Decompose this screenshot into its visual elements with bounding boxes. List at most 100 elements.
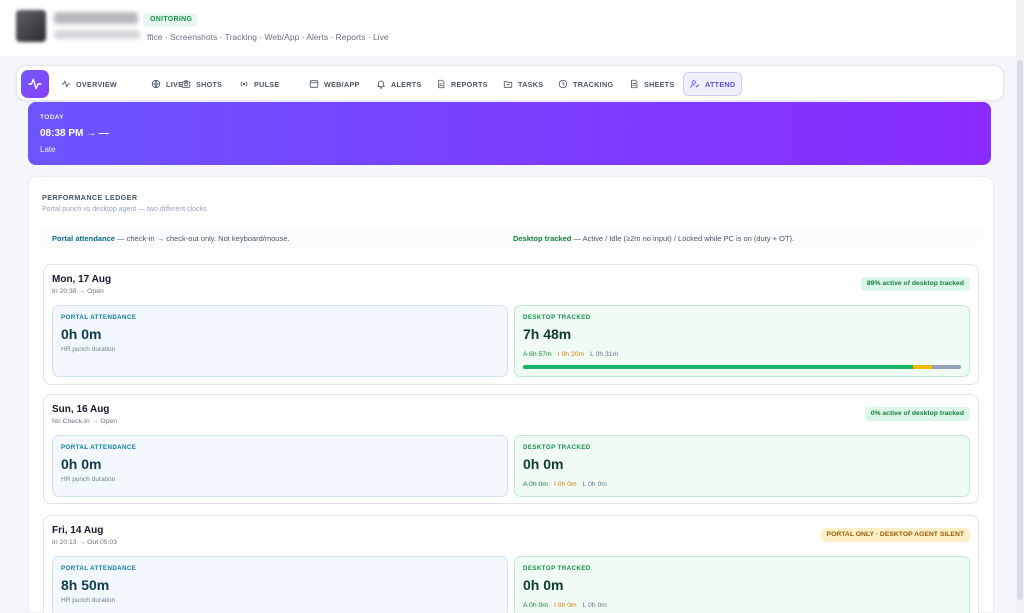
active-time: A 6h 57m [523,351,552,358]
portal-attendance-card: PORTAL ATTENDANCE 8h 50m HR punch durati… [52,556,508,613]
activity-bar [523,365,961,369]
idle-time: I 0h 0m [553,481,577,488]
desktop-breakdown: A 6h 57m I 0h 20m L 0h 31m [523,351,618,358]
active-time: A 0h 0m [523,481,548,488]
ledger-legend: Portal attendance — check-in → check-out… [39,227,984,249]
legend-portal-key: Portal attendance [52,234,115,243]
portal-attendance-card: PORTAL ATTENDANCE 0h 0m HR punch duratio… [52,305,508,377]
today-banner: TODAY 08:38 PM → — Late [28,102,991,165]
desktop-tracked-card: DESKTOP TRACKED 0h 0m A 0h 0m I 0h 0m L 0h… [514,556,970,613]
tab-label: SHOTS [196,79,223,89]
portal-value: 0h 0m [61,326,102,342]
legend-portal: Portal attendance — check-in → check-out… [52,234,289,243]
breadcrumb: ffice · Screenshots · Tracking · Web/App… [147,32,389,42]
locked-time: L 0h 31m [590,351,619,358]
window-icon [309,80,319,88]
activity-logo-icon [28,78,42,90]
activity-bar-active [523,365,913,369]
tab-tracking[interactable]: TRACKING [552,73,619,95]
scrollbar[interactable] [1016,0,1024,613]
tab-sheets[interactable]: SHEETS [623,73,681,95]
today-status: Late [40,145,56,154]
today-label: TODAY [40,114,65,121]
desktop-label: DESKTOP TRACKED [523,314,591,321]
user-subtitle-redacted [54,30,140,39]
avatar[interactable] [16,10,46,42]
tab-overview[interactable]: OVERVIEW [55,73,123,95]
today-time: 08:38 PM → — [40,128,109,139]
locked-time: L 0h 0m [582,602,607,609]
activity-icon [61,80,71,88]
desktop-value: 7h 48m [523,326,572,342]
desktop-value: 0h 0m [523,577,564,593]
legend-desktop: Desktop tracked — Active / Idle (≥2m no … [513,234,794,243]
tab-web-app[interactable]: WEB/APP [303,73,366,95]
locked-time: L 0h 0m [582,481,607,488]
status-badge: 89% active of desktop tracked [860,277,970,291]
portal-value: 0h 0m [61,456,102,472]
day-row: Mon, 17 Aug In 20:38 → Open 89% active o… [43,264,979,385]
tab-alerts[interactable]: ALERTS [370,73,428,95]
performance-ledger: PERFORMANCE LEDGER Portal punch vs deskt… [28,176,994,613]
folder-icon [503,81,513,88]
desktop-value: 0h 0m [523,456,564,472]
tab-tasks[interactable]: TASKS [497,73,549,95]
tab-label: REPORTS [451,79,488,89]
portal-label: PORTAL ATTENDANCE [61,565,137,572]
portal-note: HR punch duration [61,476,116,483]
activity-bar-locked [931,365,961,369]
tab-label: OVERVIEW [76,79,118,89]
legend-desktop-text: — Active / Idle (≥2m no input) / Locked … [571,234,795,243]
tab-reports[interactable]: REPORTS [430,73,494,95]
day-punch: No Check-In → Open [52,418,117,425]
bell-icon [377,80,385,89]
day-punch: In 20:38 → Open [52,288,104,295]
tab-label: TASKS [518,79,544,89]
desktop-tracked-card: DESKTOP TRACKED 7h 48m A 6h 57m I 0h 20m L… [514,305,970,377]
ledger-subtitle: Portal punch vs desktop agent — two diff… [42,206,207,213]
day-row: Fri, 14 Aug In 20:13 → Out 05:03 PORTAL … [43,515,979,613]
desktop-tracked-card: DESKTOP TRACKED 0h 0m A 0h 0m I 0h 0m L 0h… [514,435,970,497]
user-name-redacted [54,12,138,24]
day-title: Fri, 14 Aug [52,525,104,536]
portal-note: HR punch duration [61,597,116,604]
monitoring-badge: ONITORING [143,13,198,27]
clock-icon [558,79,568,89]
day-title: Mon, 17 Aug [52,274,112,285]
day-punch: In 20:13 → Out 05:03 [52,539,117,546]
idle-time: I 0h 0m [553,602,577,609]
top-header: ONITORING ffice · Screenshots · Tracking… [0,0,1024,56]
portal-attendance-card: PORTAL ATTENDANCE 0h 0m HR punch duratio… [52,435,508,497]
tab-pulse[interactable]: PULSE [233,73,285,95]
ledger-title: PERFORMANCE LEDGER [42,193,138,202]
tab-label: ATTEND [705,79,736,89]
status-badge: 0% active of desktop tracked [864,407,970,421]
tab-label: PULSE [254,79,280,89]
legend-desktop-key: Desktop tracked [513,234,572,243]
portal-label: PORTAL ATTENDANCE [61,314,137,321]
desktop-breakdown: A 0h 0m I 0h 0m L 0h 0m [523,602,607,609]
tab-label: ALERTS [391,79,422,89]
tab-attend[interactable]: ATTEND [683,72,743,96]
app-logo[interactable] [21,70,49,98]
tab-shots[interactable]: SHOTS [175,73,228,95]
desktop-breakdown: A 0h 0m I 0h 0m L 0h 0m [523,481,607,488]
active-time: A 0h 0m [523,602,548,609]
status-badge: PORTAL ONLY · DESKTOP AGENT SILENT [820,528,970,542]
tab-bar: OVERVIEW LIVE SHOTS PULSE WEB/APP ALERTS REPOR… [16,65,1004,101]
day-row: Sun, 16 Aug No Check-In → Open 0% active… [43,394,979,504]
desktop-label: DESKTOP TRACKED [523,565,591,572]
tab-label: SHEETS [644,79,675,89]
scrollbar-thumb[interactable] [1017,60,1023,600]
day-title: Sun, 16 Aug [52,404,110,415]
tab-label: WEB/APP [324,79,360,89]
portal-label: PORTAL ATTENDANCE [61,444,137,451]
activity-bar-idle [912,365,932,369]
user-check-icon [690,80,700,88]
portal-note: HR punch duration [61,346,116,353]
portal-value: 8h 50m [61,577,110,593]
pulse-icon [240,81,248,87]
sheet-icon [631,79,638,89]
tab-label: TRACKING [573,79,614,89]
legend-portal-text: — check-in → check-out only. Not keyboar… [114,234,290,243]
